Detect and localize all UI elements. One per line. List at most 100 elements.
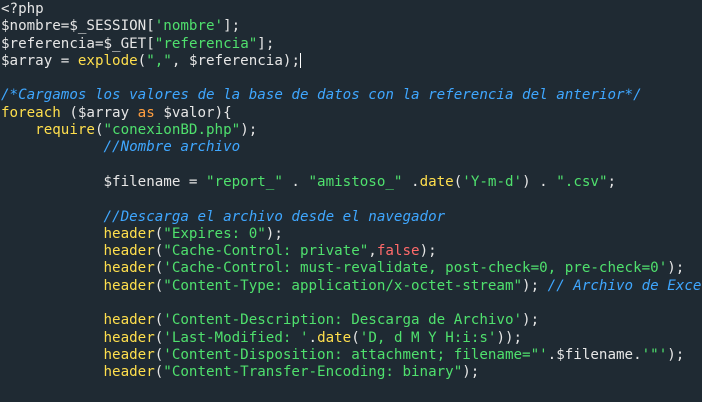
code-line[interactable]: header("Content-Type: application/x-octe… [1, 278, 702, 295]
code-variable: $filename [556, 346, 634, 363]
code-function: header [103, 364, 155, 381]
code-text: ); [282, 52, 300, 69]
code-text: . [282, 173, 309, 190]
code-comment: /*Cargamos los valores de la base de dat… [1, 87, 642, 104]
code-string: "Content-Type: application/x-octet-strea… [163, 277, 523, 294]
code-line[interactable]: $nombre=$_SESSION['nombre']; [1, 18, 702, 35]
code-text: ( [351, 329, 360, 346]
code-line[interactable] [1, 295, 702, 312]
code-string: "," [146, 52, 172, 69]
code-text: ); [419, 243, 437, 260]
code-line[interactable]: header("Expires: 0"); [1, 226, 702, 243]
code-string: "conexionBD.php" [103, 122, 241, 139]
code-string: 'Content-Disposition: attachment; filena… [163, 346, 548, 363]
code-variable: $filename [103, 173, 181, 190]
code-variable: $_GET [103, 35, 147, 52]
code-function: header [103, 225, 155, 242]
code-text: ( [154, 364, 164, 381]
code-string: 'Last-Modified: ' [163, 329, 309, 346]
code-line[interactable] [1, 70, 702, 87]
code-line[interactable]: header("Cache-Control: private",false); [1, 243, 702, 260]
code-text: . [547, 346, 557, 363]
code-string: 'D, d M Y H:i:s' [359, 329, 497, 346]
text-cursor [300, 52, 301, 68]
code-text: . [402, 173, 420, 190]
code-string: 'Cache-Control: must-revalidate, post-ch… [163, 260, 668, 277]
code-text: ( [154, 225, 164, 242]
code-text: ( [154, 243, 164, 260]
code-line[interactable]: <?php [1, 1, 702, 18]
code-function: header [103, 346, 155, 363]
code-function: header [103, 243, 155, 260]
code-variable: $referencia [188, 52, 283, 69]
code-line[interactable]: header("Content-Transfer-Encoding: binar… [1, 364, 702, 381]
code-text: ( [154, 312, 164, 329]
code-editor[interactable]: <?php $nombre=$_SESSION['nombre']; $refere… [0, 0, 702, 402]
code-string: 'nombre' [154, 18, 224, 35]
code-string: "report_" [206, 173, 283, 190]
code-comment: //Nombre archivo [103, 139, 241, 156]
code-function: foreach [1, 104, 61, 121]
code-text: )); [496, 329, 523, 346]
code-text: ( [453, 173, 463, 190]
code-text: [ [146, 35, 155, 52]
code-string: 'Content-Description: Descarga de Archiv… [163, 312, 523, 329]
code-line[interactable] [1, 157, 702, 174]
code-line[interactable] [1, 191, 702, 208]
code-line[interactable]: header('Content-Disposition: attachment;… [1, 347, 702, 364]
code-text: = [52, 52, 78, 69]
code-text: ) . [522, 173, 557, 190]
code-text: ( [94, 122, 104, 139]
code-text: ); [462, 364, 480, 381]
code-line[interactable]: require("conexionBD.php"); [1, 122, 702, 139]
code-line[interactable]: /*Cargamos los valores de la base de dat… [1, 87, 702, 104]
code-variable: $array [77, 104, 130, 121]
code-text: ); [667, 346, 685, 363]
code-text: . [633, 346, 642, 363]
code-text: ); [522, 277, 548, 294]
code-string: "Expires: 0" [163, 225, 266, 242]
code-text: ; [607, 173, 617, 190]
code-text: ( [60, 104, 78, 121]
code-function: require [35, 122, 95, 139]
code-line[interactable]: //Descarga el archivo desde el navegador [1, 209, 702, 226]
code-constant: false [376, 243, 420, 260]
code-comment: //Descarga el archivo desde el navegador [103, 208, 446, 225]
code-line[interactable]: $filename = "report_" . "amistoso_" .dat… [1, 174, 702, 191]
code-line[interactable]: $referencia=$_GET["referencia"]; [1, 36, 702, 53]
code-text: ]; [257, 35, 275, 52]
code-function: explode [77, 52, 138, 69]
code-line[interactable]: header('Last-Modified: '.date('D, d M Y … [1, 330, 702, 347]
code-line[interactable]: header('Content-Description: Descarga de… [1, 312, 702, 329]
code-line[interactable]: $array = explode(",", $referencia); [1, 52, 702, 70]
code-text: ){ [214, 104, 232, 121]
code-line[interactable]: foreach ($array as $valor){ [1, 105, 702, 122]
code-text: , [171, 52, 189, 69]
code-text: = [94, 35, 104, 52]
code-string: "Cache-Control: private" [163, 243, 369, 260]
code-string: ".csv" [556, 173, 608, 190]
code-line[interactable]: header('Cache-Control: must-revalidate, … [1, 260, 702, 277]
code-text: ); [667, 260, 685, 277]
code-text: ( [154, 346, 164, 363]
code-lines[interactable]: <?php $nombre=$_SESSION['nombre']; $refere… [1, 1, 702, 382]
code-text: [ [146, 18, 155, 35]
code-comment: // Archivo de Excel [547, 277, 702, 294]
code-text: ); [240, 122, 258, 139]
code-text: ( [154, 260, 164, 277]
code-variable: $array [1, 52, 53, 69]
code-text: ( [154, 329, 164, 346]
code-line[interactable]: //Nombre archivo [1, 139, 702, 156]
code-variable: $nombre [1, 18, 61, 35]
